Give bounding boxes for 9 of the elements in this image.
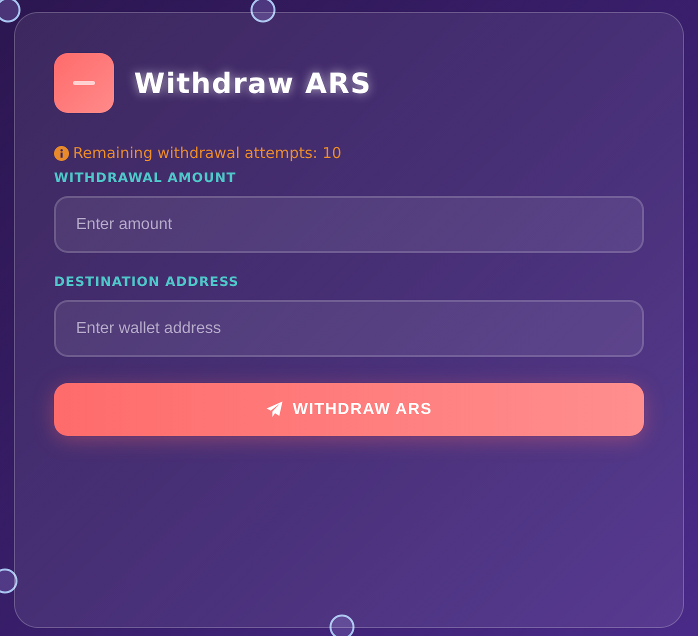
form-title: Withdraw ARS [134, 66, 372, 100]
send-icon [266, 401, 283, 418]
field-label: DESTINATION ADDRESS [54, 275, 240, 290]
field-label: WITHDRAWAL AMOUNT [54, 171, 238, 186]
info-icon [54, 146, 69, 160]
bubble-icon [0, 0, 21, 23]
attempts-notice: Remaining withdrawal attempts: 10 [73, 144, 342, 162]
withdraw-button[interactable]: WITHDRAW ARS [54, 383, 644, 436]
minus-icon [54, 53, 114, 113]
